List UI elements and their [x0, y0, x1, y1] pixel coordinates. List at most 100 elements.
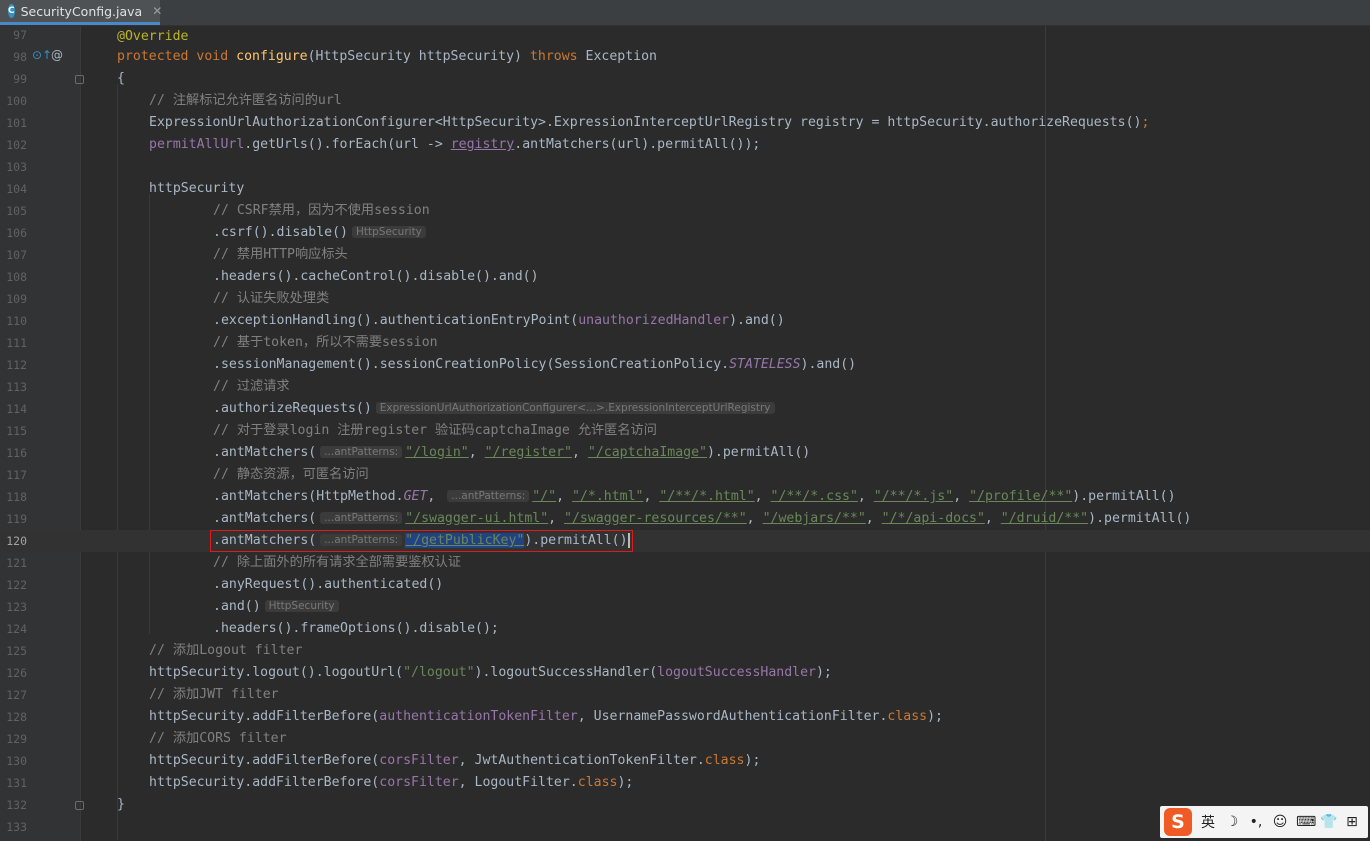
line-number: 120: [6, 534, 27, 548]
annotation-marker-icon[interactable]: @: [51, 48, 63, 62]
ime-toolbar[interactable]: S 英 ☽ •, ☺ ⌨ 👕 ⊞: [1160, 806, 1368, 838]
code-line-126[interactable]: httpSecurity.logout().logoutUrl("/logout…: [149, 662, 832, 684]
toolbox-icon[interactable]: ⊞: [1344, 814, 1360, 830]
line-number: 104: [6, 182, 27, 196]
code-line-104[interactable]: httpSecurity: [149, 178, 244, 200]
code-line-114[interactable]: .authorizeRequests() ExpressionUrlAuthori…: [213, 398, 778, 420]
line-number: 127: [6, 688, 27, 702]
line-number: 123: [6, 600, 27, 614]
inlay-hint: ...antPatterns:: [320, 512, 403, 524]
tab-title: SecurityConfig.java: [20, 3, 143, 19]
code-line-107[interactable]: // 禁用HTTP响应标头: [213, 244, 348, 266]
code-line-116[interactable]: .antMatchers(...antPatterns: "/login", "/…: [213, 442, 810, 464]
line-number: 119: [6, 512, 27, 526]
line-number: 131: [6, 776, 27, 790]
line-number: 101: [6, 116, 27, 130]
editor-line: 122: [0, 574, 1370, 596]
tab-security-config[interactable]: C SecurityConfig.java ✕: [0, 0, 162, 25]
code-line-106[interactable]: .csrf().disable() HttpSecurity: [213, 222, 429, 244]
line-number: 130: [6, 754, 27, 768]
code-editor[interactable]: 97 98 99 100 101 102 103 104 105 106 107 108 109 110 1…: [0, 26, 1370, 841]
code-line-110[interactable]: .exceptionHandling().authenticationEntry…: [213, 310, 785, 332]
editor-line: 97: [0, 24, 1370, 46]
code-line-124[interactable]: .headers().frameOptions().disable();: [213, 618, 499, 640]
editor-line: 121: [0, 552, 1370, 574]
fold-toggle-icon[interactable]: [75, 75, 84, 84]
code-line-105[interactable]: // CSRF禁用，因为不使用session: [213, 200, 430, 222]
code-line-102[interactable]: permitAllUrl.getUrls().forEach(url -> re…: [149, 134, 760, 156]
code-line-108[interactable]: .headers().cacheControl().disable().and(…: [213, 266, 539, 288]
line-number: 114: [6, 402, 27, 416]
code-line-120[interactable]: .antMatchers(...antPatterns: "/getPublicK…: [213, 530, 630, 552]
line-number: 107: [6, 248, 27, 262]
keyboard-icon[interactable]: ⌨: [1296, 814, 1316, 830]
selected-text[interactable]: "/getPublicKey": [405, 533, 525, 548]
close-icon[interactable]: ✕: [152, 4, 162, 18]
code-line-130[interactable]: httpSecurity.addFilterBefore(corsFilter,…: [149, 750, 760, 772]
skin-icon[interactable]: 👕: [1320, 814, 1337, 830]
line-number: 110: [6, 314, 27, 328]
inlay-hint: HttpSecurity: [351, 226, 426, 238]
editor-tab-bar: C SecurityConfig.java ✕: [0, 0, 1370, 26]
inlay-hint: ...antPatterns:: [320, 534, 403, 546]
inlay-hint: ExpressionUrlAuthorizationConfigurer<...…: [375, 402, 775, 414]
line-number: 108: [6, 270, 27, 284]
inlay-hint: HttpSecurity: [264, 600, 339, 612]
current-line: 120: [0, 530, 1370, 552]
line-number: 105: [6, 204, 27, 218]
editor-line: 124: [0, 618, 1370, 640]
line-number: 115: [6, 424, 27, 438]
code-line-109[interactable]: // 认证失败处理类: [213, 288, 329, 310]
line-number: 100: [6, 94, 27, 108]
code-line-101[interactable]: ExpressionUrlAuthorizationConfigurer<Htt…: [149, 112, 1149, 134]
editor-line: 108: [0, 266, 1370, 288]
line-number: 99: [13, 72, 27, 86]
line-number: 124: [6, 622, 27, 636]
code-line-115[interactable]: // 对于登录login 注册register 验证码captchaImage …: [213, 420, 657, 442]
editor-line: 109: [0, 288, 1370, 310]
code-line-117[interactable]: // 静态资源，可匿名访问: [213, 464, 369, 486]
editor-line: 113: [0, 376, 1370, 398]
code-line-98[interactable]: protected void configure(HttpSecurity ht…: [117, 46, 657, 68]
code-line-129[interactable]: // 添加CORS filter: [149, 728, 287, 750]
code-line-100[interactable]: // 注解标记允许匿名访问的url: [149, 90, 342, 112]
code-line-127[interactable]: // 添加JWT filter: [149, 684, 279, 706]
line-number: 98: [13, 50, 27, 64]
line-number: 117: [6, 468, 27, 482]
editor-line: 105: [0, 200, 1370, 222]
ime-language-toggle[interactable]: 英: [1200, 812, 1216, 832]
code-line-131[interactable]: httpSecurity.addFilterBefore(corsFilter,…: [149, 772, 633, 794]
inlay-hint: ...antPatterns:: [447, 490, 530, 502]
code-line-121[interactable]: // 除上面外的所有请求全部需要鉴权认证: [213, 552, 461, 574]
line-number: 111: [6, 336, 27, 350]
code-line-112[interactable]: .sessionManagement().sessionCreationPoli…: [213, 354, 856, 376]
editor-line: 106: [0, 222, 1370, 244]
code-line-125[interactable]: // 添加Logout filter: [149, 640, 302, 662]
code-line-128[interactable]: httpSecurity.addFilterBefore(authenticat…: [149, 706, 943, 728]
line-number: 133: [6, 820, 27, 834]
punctuation-icon[interactable]: •,: [1248, 814, 1264, 830]
code-line-97[interactable]: @Override: [117, 26, 188, 48]
line-number: 106: [6, 226, 27, 240]
sogou-logo-icon[interactable]: S: [1164, 808, 1192, 836]
line-number: 103: [6, 160, 27, 174]
emoji-icon[interactable]: ☺: [1272, 814, 1288, 830]
code-line-123[interactable]: .and() HttpSecurity: [213, 596, 342, 618]
code-line-99[interactable]: {: [117, 68, 125, 90]
line-number: 102: [6, 138, 27, 152]
code-line-118[interactable]: .antMatchers(HttpMethod.GET, ...antPatte…: [213, 486, 1176, 508]
line-number: 97: [13, 28, 27, 42]
editor-line: 117: [0, 464, 1370, 486]
fold-toggle-icon[interactable]: [75, 801, 84, 810]
override-marker-icon[interactable]: ⊙↑: [32, 48, 52, 62]
moon-icon[interactable]: ☽: [1224, 814, 1240, 830]
code-line-122[interactable]: .anyRequest().authenticated(): [213, 574, 443, 596]
line-number: 126: [6, 666, 27, 680]
editor-line: 107: [0, 244, 1370, 266]
line-number: 113: [6, 380, 27, 394]
text-caret: ).permitAll(): [524, 533, 630, 548]
code-line-132[interactable]: }: [117, 794, 125, 816]
code-line-111[interactable]: // 基于token，所以不需要session: [213, 332, 438, 354]
code-line-113[interactable]: // 过滤请求: [213, 376, 290, 398]
code-line-119[interactable]: .antMatchers(...antPatterns: "/swagger-ui…: [213, 508, 1191, 530]
